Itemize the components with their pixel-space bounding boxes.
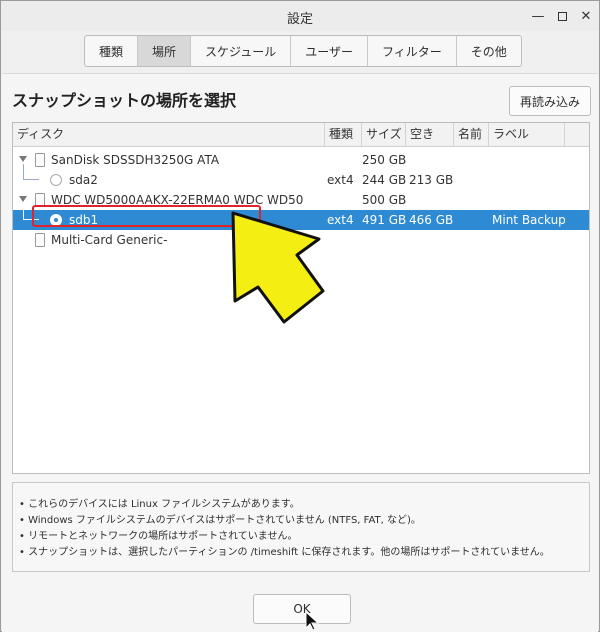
row-label: Mint Backup: [492, 213, 566, 227]
settings-window: 設定 — ✕ 種類 場所 スケジュール ユーザー フィルター その他 スナップシ…: [0, 0, 600, 632]
tab-users[interactable]: ユーザー: [291, 36, 368, 66]
window-title: 設定: [286, 12, 313, 27]
tab-filters[interactable]: フィルター: [368, 36, 457, 66]
table-row-disk-sandisk[interactable]: SanDisk SDSSDH3250G ATA 250 GB: [13, 150, 589, 170]
expander-triangle-down-icon[interactable]: [19, 156, 27, 162]
minimize-button[interactable]: —: [527, 5, 549, 27]
expander-triangle-down-icon[interactable]: [19, 196, 27, 202]
close-button[interactable]: ✕: [575, 5, 597, 27]
radio-icon[interactable]: [50, 174, 62, 186]
note-remote: • リモートとネットワークの場所はサポートされていません。: [19, 531, 298, 542]
tab-schedule[interactable]: スケジュール: [191, 36, 292, 66]
row-size: 500 GB: [362, 193, 407, 207]
mouse-cursor-icon: [305, 611, 320, 631]
table-header: ディスク 種類 サイズ 空き 名前 ラベル: [13, 123, 589, 147]
location-panel: スナップショットの場所を選択 再読み込み ディスク 種類 サイズ 空き 名前 ラ…: [2, 73, 598, 632]
row-type: ext4: [327, 173, 354, 187]
column-header-type[interactable]: 種類: [325, 123, 362, 146]
row-partition-name: sda2: [69, 173, 98, 187]
maximize-icon: [557, 11, 567, 21]
close-icon: ✕: [580, 8, 592, 24]
ok-button[interactable]: OK: [253, 594, 351, 624]
note-linux-fs: • これらのデバイスには Linux ファイルシステムがあります。: [19, 499, 300, 510]
note-timeshift-path: • スナップショットは、選択したパーティションの /timeshift に保存さ…: [19, 547, 550, 558]
minimize-icon: —: [531, 8, 545, 24]
table-row-partition-sda2[interactable]: sda2 ext4 244 GB 213 GB: [13, 164, 589, 190]
row-type: ext4: [327, 213, 354, 227]
row-size: 250 GB: [362, 153, 407, 167]
row-size: 491 GB: [362, 213, 407, 227]
disk-icon: [35, 233, 45, 247]
highlight-box: [32, 205, 261, 227]
reload-button[interactable]: 再読み込み: [509, 86, 591, 116]
tab-misc[interactable]: その他: [457, 36, 521, 66]
tree-connector: [23, 164, 39, 180]
tab-bar: 種類 場所 スケジュール ユーザー フィルター その他: [84, 35, 522, 67]
row-device-name: Multi-Card Generic-: [51, 233, 168, 247]
tab-type[interactable]: 種類: [85, 36, 139, 66]
column-header-disk[interactable]: ディスク: [13, 123, 325, 146]
page-title: スナップショットの場所を選択: [12, 91, 237, 110]
column-header-free[interactable]: 空き: [406, 123, 454, 146]
info-notes: • これらのデバイスには Linux ファイルシステムがあります。 • Wind…: [12, 482, 590, 572]
tab-location[interactable]: 場所: [138, 36, 192, 66]
table-row-disk-multicard[interactable]: Multi-Card Generic-: [13, 230, 589, 250]
column-header-name[interactable]: 名前: [454, 123, 489, 146]
device-table: ディスク 種類 サイズ 空き 名前 ラベル SanDisk SDSSDH3250…: [12, 122, 590, 474]
column-header-size[interactable]: サイズ: [362, 123, 406, 146]
title-bar: 設定 — ✕: [1, 1, 599, 31]
row-free: 466 GB: [409, 213, 454, 227]
note-windows-fs: • Windows ファイルシステムのデバイスはサポートされていません (NTF…: [19, 515, 421, 526]
maximize-button[interactable]: [551, 5, 573, 27]
row-free: 213 GB: [409, 173, 454, 187]
column-header-label[interactable]: ラベル: [489, 123, 565, 146]
column-header-spacer: [565, 123, 589, 146]
row-size: 244 GB: [362, 173, 407, 187]
row-device-name: SanDisk SDSSDH3250G ATA: [51, 153, 220, 167]
